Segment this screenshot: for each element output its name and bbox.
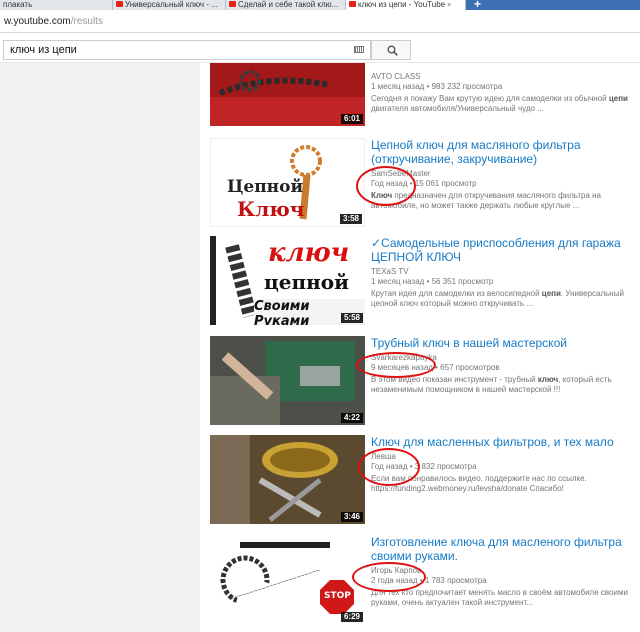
keyboard-icon[interactable] xyxy=(354,46,364,53)
video-thumbnail[interactable]: 6:01 xyxy=(210,63,365,126)
thumb-caption: STOP xyxy=(324,591,351,601)
browser-tab-2[interactable]: Универсальный ключ - ... xyxy=(113,0,226,10)
annotation-ring xyxy=(358,448,420,486)
browser-tab-3[interactable]: Сделай и себе такой клю... xyxy=(226,0,346,10)
browser-tab-active[interactable]: ключ из цепи - YouTube × xyxy=(346,0,466,10)
workshop-lathe-image xyxy=(210,336,365,425)
video-description: В этом видео показан инструмент - трубны… xyxy=(371,375,637,395)
desc-highlight: цепи xyxy=(541,289,561,298)
result-item[interactable]: 3:46 Ключ для масленных фильтров, и тех … xyxy=(200,435,640,535)
url-host: w.youtube.com xyxy=(4,16,71,27)
thumb-caption: Цепной xyxy=(227,177,304,197)
video-thumbnail[interactable]: 3:46 xyxy=(210,435,365,524)
search-results: 6:01 AVTO CLASS 1 месяц назад • 983 232 … xyxy=(200,63,640,632)
video-stats: 1 месяц назад • 56 351 просмотр xyxy=(371,277,494,286)
chain-wrench-image: ~~~~~~~~~~~~~~~~~~~~~~~ xyxy=(210,535,365,624)
browser-tab-1[interactable]: плакать xyxy=(0,0,113,10)
annotation-ring xyxy=(356,352,436,378)
desc-highlight: цепи xyxy=(608,94,628,103)
new-tab-area: + xyxy=(466,0,640,11)
url-text[interactable]: w.youtube.com/results xyxy=(4,16,103,27)
annotation-ring xyxy=(352,562,426,592)
desc-text: двигателя автомобиля/Универсальный чудо … xyxy=(371,104,544,113)
desc-highlight: ключ xyxy=(537,375,559,384)
desc-text: Сегодня я покажу Вам крутую идею для сам… xyxy=(371,94,609,103)
thumb-caption: Ключ xyxy=(237,197,305,221)
annotation-ring xyxy=(356,166,416,206)
video-title-link[interactable]: ✓Самодельные приспособления для гаража Ц… xyxy=(371,236,637,264)
url-path: /results xyxy=(70,16,103,27)
video-thumbnail[interactable]: ключ цепной Своими Руками 5:58 xyxy=(210,236,365,325)
thumb-caption: цепной xyxy=(264,270,349,294)
tab-label: Универсальный ключ - ... xyxy=(125,0,218,9)
video-description: Для тех кто предпочитает менять масло в … xyxy=(371,588,628,607)
search-box[interactable] xyxy=(3,40,371,60)
video-title-link[interactable]: Изготовление ключа для масленого фильтра… xyxy=(371,535,637,563)
browser-tab-strip: плакать Универсальный ключ - ... Сделай … xyxy=(0,0,640,11)
search-button[interactable] xyxy=(371,40,411,60)
youtube-masthead xyxy=(0,33,640,63)
youtube-favicon-icon xyxy=(116,1,123,7)
video-thumbnail[interactable]: Цепной Ключ 3:58 xyxy=(210,138,365,227)
tab-label: плакать xyxy=(3,0,33,9)
video-duration: 3:58 xyxy=(339,214,362,224)
video-title-link[interactable]: Трубный ключ в нашей мастерской xyxy=(371,336,637,350)
video-description: Крутая идея для самоделки из велосипедно… xyxy=(371,289,637,309)
video-duration: 6:01 xyxy=(340,114,363,124)
desc-text: Крутая идея для самоделки из велосипедно… xyxy=(371,289,542,298)
video-duration: 5:58 xyxy=(340,313,363,323)
video-description: Сегодня я покажу Вам крутую идею для сам… xyxy=(371,94,637,114)
video-thumbnail[interactable]: ~~~~~~~~~~~~~~~~~~~~~~~ STOP 6:29 xyxy=(210,535,365,624)
video-stats: 1 месяц назад • 983 232 просмотра xyxy=(371,82,503,91)
result-item[interactable]: ключ цепной Своими Руками 5:58 ✓Самодель… xyxy=(200,236,640,336)
result-item[interactable]: Цепной Ключ 3:58 Цепной ключ для масляно… xyxy=(200,138,640,238)
video-duration: 3:46 xyxy=(340,512,363,522)
tab-close-icon[interactable]: × xyxy=(447,1,451,10)
video-title-link[interactable]: Цепной ключ для масляного фильтра (откру… xyxy=(371,138,637,166)
tab-label: ключ из цепи - YouTube xyxy=(358,0,446,9)
youtube-favicon-icon xyxy=(349,1,356,7)
result-meta: AVTO CLASS 1 месяц назад • 983 232 просм… xyxy=(371,69,637,114)
video-duration: 4:22 xyxy=(340,413,363,423)
tab-label: Сделай и себе такой клю... xyxy=(238,0,339,9)
video-duration: 6:29 xyxy=(340,612,363,622)
channel-name[interactable]: TEXaS TV xyxy=(371,267,637,277)
channel-name[interactable]: AVTO CLASS xyxy=(371,72,637,82)
address-bar[interactable]: w.youtube.com/results xyxy=(0,10,640,33)
youtube-favicon-icon xyxy=(229,1,236,7)
thumb-caption: ключ xyxy=(268,238,350,268)
video-title-link[interactable]: Ключ для масленных фильтров, и тех мало xyxy=(371,435,637,449)
oil-filter-image xyxy=(210,435,365,524)
result-meta: ✓Самодельные приспособления для гаража Ц… xyxy=(371,236,637,309)
search-input[interactable] xyxy=(4,41,344,59)
result-item[interactable]: 4:22 Трубный ключ в нашей мастерской Sva… xyxy=(200,336,640,436)
search-icon xyxy=(387,45,398,56)
video-thumbnail[interactable]: 4:22 xyxy=(210,336,365,425)
